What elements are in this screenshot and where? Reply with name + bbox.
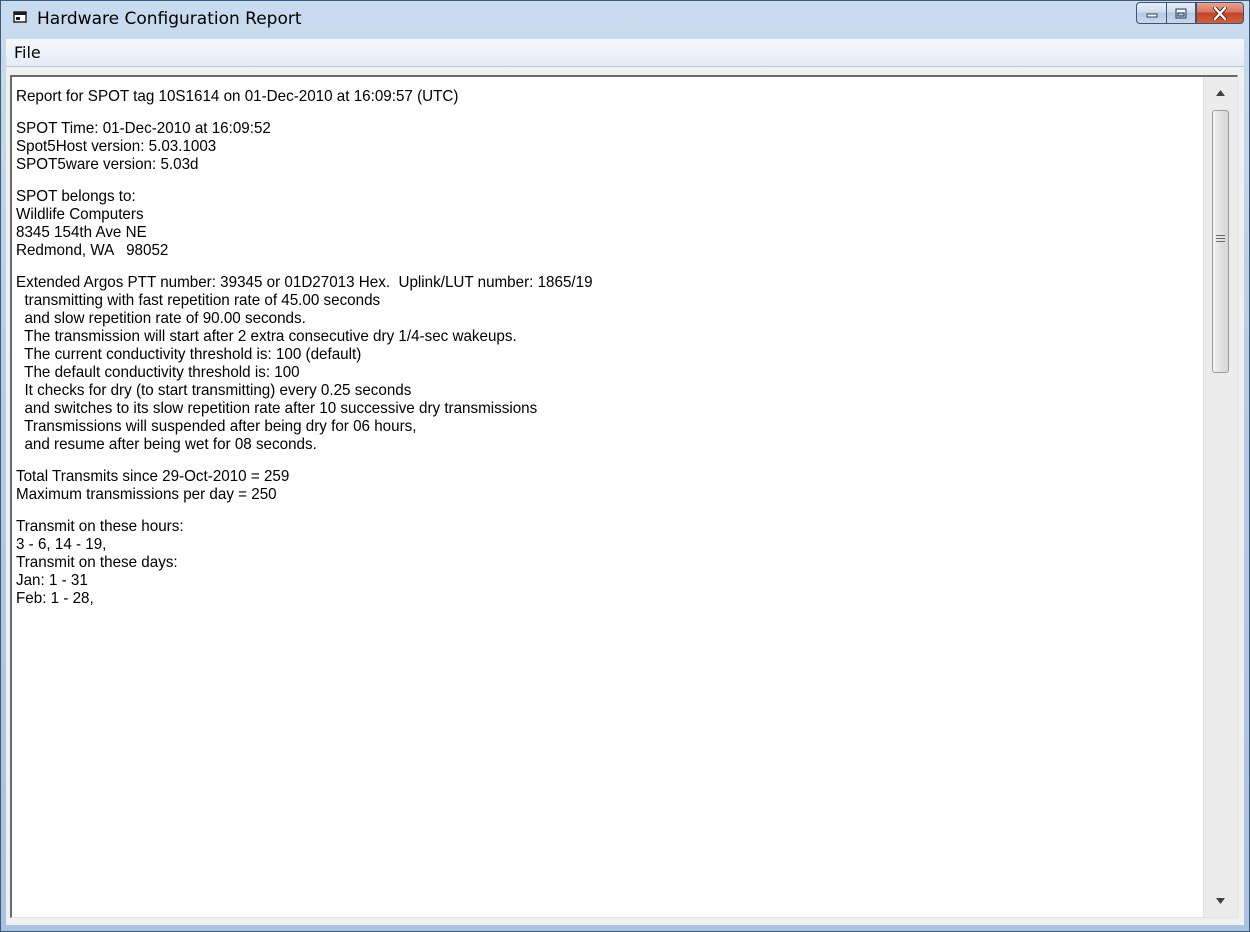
report-line: Report for SPOT tag 10S1614 on 01-Dec-20… xyxy=(16,88,459,105)
report-line: Extended Argos PTT number: 39345 or 01D2… xyxy=(16,274,593,291)
close-button[interactable] xyxy=(1196,2,1244,24)
report-line: The transmission will start after 2 extr… xyxy=(16,328,517,345)
caption-buttons xyxy=(1136,2,1244,24)
minimize-icon xyxy=(1146,13,1157,18)
report-line: SPOT5ware version: 5.03d xyxy=(16,156,199,173)
scroll-down-button[interactable] xyxy=(1204,885,1237,917)
report-block: SPOT belongs to: Wildlife Computers 8345 1… xyxy=(16,188,1202,260)
minimize-button[interactable] xyxy=(1136,2,1166,24)
title-bar[interactable]: Hardware Configuration Report xyxy=(1,1,1249,35)
report-line: 3 - 6, 14 - 19, xyxy=(16,536,107,553)
maximize-icon xyxy=(1175,8,1187,18)
report-line: Total Transmits since 29-Oct-2010 = 259 xyxy=(16,468,290,485)
report-line: and resume after being wet for 08 second… xyxy=(16,436,317,453)
menu-bar: File xyxy=(6,39,1244,67)
scroll-up-arrow-icon xyxy=(1216,90,1225,96)
report-line: The current conductivity threshold is: 1… xyxy=(16,346,362,363)
report-line: Maximum transmissions per day = 250 xyxy=(16,486,277,503)
report-line: SPOT belongs to: xyxy=(16,188,136,205)
report-line: Redmond, WA 98052 xyxy=(16,242,169,259)
app-window-icon xyxy=(13,11,27,23)
scroll-down-arrow-icon xyxy=(1216,898,1225,904)
scroll-thumb-grip-icon xyxy=(1216,235,1225,242)
report-block: Extended Argos PTT number: 39345 or 01D2… xyxy=(16,274,1202,454)
report-line: Wildlife Computers xyxy=(16,206,144,223)
report-line: It checks for dry (to start transmitting… xyxy=(16,382,412,399)
scroll-up-button[interactable] xyxy=(1204,77,1237,109)
report-line: 8345 154th Ave NE xyxy=(16,224,147,241)
report-window: Hardware Configuration Report File Repor… xyxy=(0,0,1250,932)
report-line: Transmissions will suspended after being… xyxy=(16,418,417,435)
report-line: and switches to its slow repetition rate… xyxy=(16,400,538,417)
report-block: Total Transmits since 29-Oct-2010 = 259 M… xyxy=(16,468,1202,504)
report-line: Transmit on these hours: xyxy=(16,518,184,535)
report-line: Transmit on these days: xyxy=(16,554,178,571)
report-textbox[interactable]: Report for SPOT tag 10S1614 on 01-Dec-20… xyxy=(10,75,1238,918)
report-line: SPOT Time: 01-Dec-2010 at 16:09:52 xyxy=(16,120,271,137)
report-line: The default conductivity threshold is: 1… xyxy=(16,364,300,381)
maximize-button[interactable] xyxy=(1166,2,1196,24)
close-icon xyxy=(1213,6,1227,20)
report-block: SPOT Time: 01-Dec-2010 at 16:09:52 Spot5H… xyxy=(16,120,1202,174)
client-area: Report for SPOT tag 10S1614 on 01-Dec-20… xyxy=(6,67,1244,925)
menu-file[interactable]: File xyxy=(12,43,43,62)
scroll-thumb[interactable] xyxy=(1212,110,1229,373)
report-text[interactable]: Report for SPOT tag 10S1614 on 01-Dec-20… xyxy=(12,77,1202,917)
report-block: Transmit on these hours: 3 - 6, 14 - 19, T… xyxy=(16,518,1202,608)
report-line: transmitting with fast repetition rate o… xyxy=(16,292,381,309)
report-line: Spot5Host version: 5.03.1003 xyxy=(16,138,217,155)
report-block: Report for SPOT tag 10S1614 on 01-Dec-20… xyxy=(16,88,1202,106)
vertical-scrollbar[interactable] xyxy=(1203,77,1237,917)
report-line: Feb: 1 - 28, xyxy=(16,590,94,607)
window-title: Hardware Configuration Report xyxy=(37,9,302,29)
report-line: and slow repetition rate of 90.00 second… xyxy=(16,310,306,327)
report-line: Jan: 1 - 31 xyxy=(16,572,88,589)
